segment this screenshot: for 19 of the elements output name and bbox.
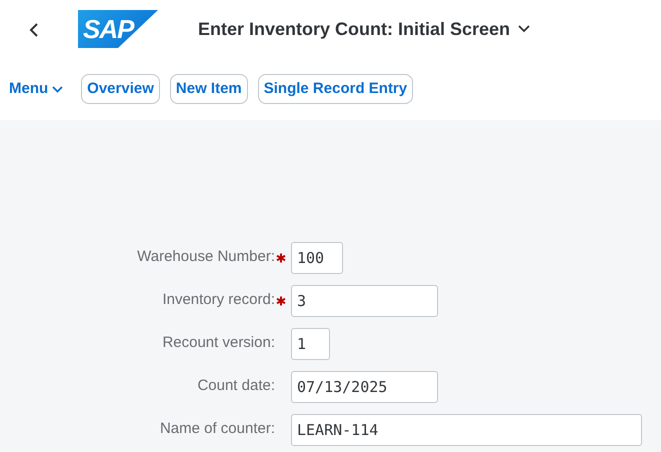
page-title: Enter Inventory Count: Initial Screen [198, 18, 510, 41]
logo: SAP [78, 10, 158, 48]
field-label: Inventory record: [162, 290, 275, 310]
field-label: Recount version: [162, 333, 275, 354]
input-field[interactable]: LEARN-114 [291, 414, 642, 446]
chevron-down-icon [52, 86, 64, 92]
toolbar-button[interactable]: New Item [170, 74, 248, 104]
menu-button[interactable]: Menu [9, 78, 72, 100]
input-field[interactable]: 07/13/2025 [291, 370, 438, 402]
input-field[interactable]: 3 [291, 284, 438, 316]
field-label: Warehouse Number: [137, 247, 275, 268]
field-label: Name of counter: [160, 419, 275, 440]
chevron-down-icon[interactable] [518, 25, 530, 33]
input-field[interactable]: 100 [291, 242, 343, 274]
toolbar-button[interactable]: Overview [81, 74, 160, 104]
back-icon [29, 22, 39, 37]
toolbar-button[interactable]: Single Record Entry [258, 74, 414, 104]
field-label: Count date: [197, 376, 275, 396]
input-field[interactable]: 1 [291, 328, 330, 360]
